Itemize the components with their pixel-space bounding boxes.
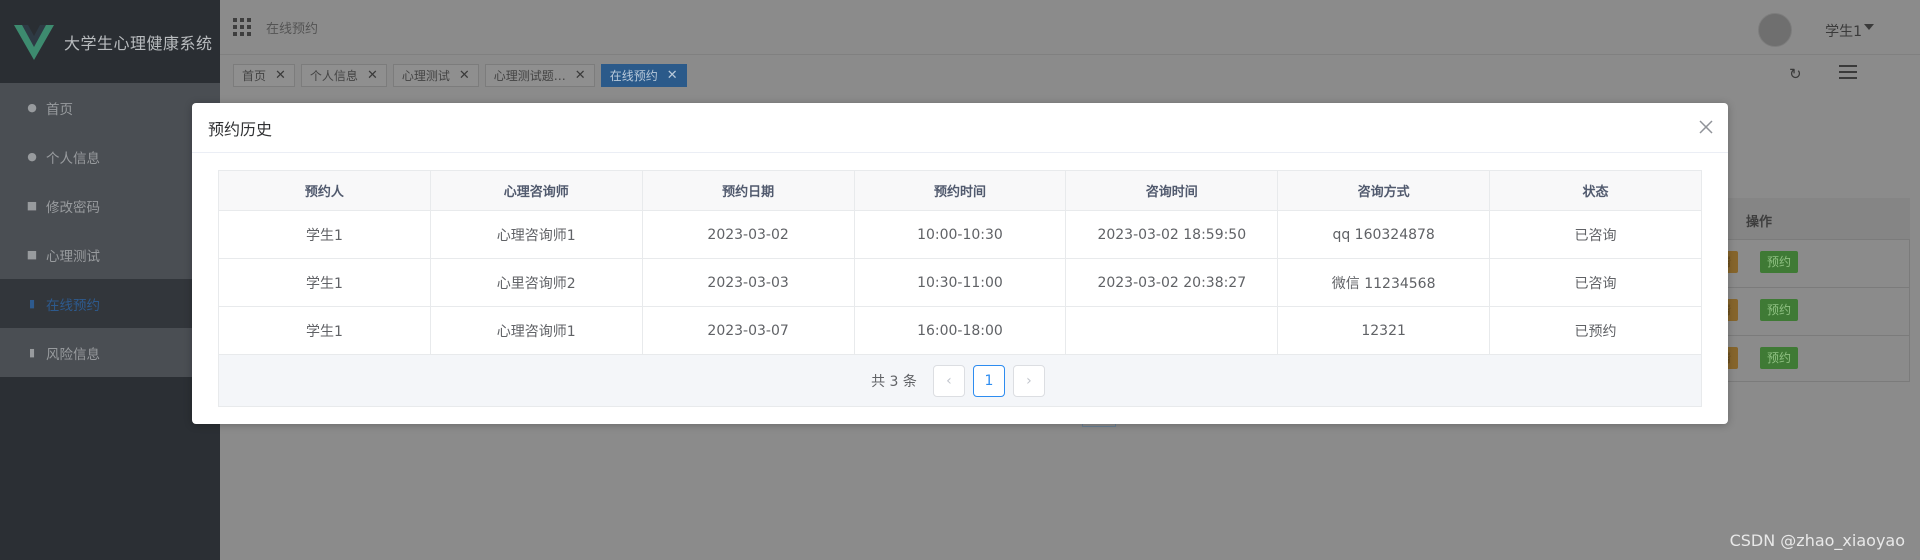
sidebar-item[interactable]: ■ 修改密码 — [0, 181, 220, 230]
column-header: 预约日期 — [641, 170, 855, 211]
watermark: CSDN @zhao_xiaoyao — [1729, 531, 1905, 550]
operation-header: 操作 — [1746, 215, 1773, 230]
table-row: 学生1 心理咨询师1 2023-03-07 16:00-18:00 12321 已预约 — [218, 306, 1702, 355]
column-header: 预约人 — [218, 170, 431, 211]
sidebar-item[interactable]: ▮ 风险信息 — [0, 328, 220, 377]
column-header: 心理咨询师 — [429, 170, 643, 211]
table-cell: 学生1 — [218, 210, 431, 259]
close-icon[interactable] — [1698, 119, 1714, 135]
table-row: 学生1 心里咨询师2 2023-03-03 10:30-11:00 2023-03-02… — [218, 258, 1702, 307]
refresh-icon[interactable]: ↻ — [1789, 66, 1805, 82]
apps-grid-icon[interactable] — [233, 18, 251, 36]
table-cell: 2023-03-07 — [641, 306, 855, 355]
sidebar: 大学生心理健康系统 ● 首页 ● 个人信息 ■ 修改密码 ■ 心理测试 ▮ 在线预约 ▮ 风险信息 — [0, 0, 220, 560]
next-page-button[interactable]: › — [1012, 364, 1045, 397]
tab-tag-label: 心理测试 — [401, 69, 450, 83]
table-cell: 心理咨询师1 — [429, 210, 643, 259]
avatar[interactable] — [1758, 13, 1792, 47]
history-table: 预约人 心理咨询师 预约日期 预约时间 咨询时间 咨询方式 状态 学生1 心理咨询师1 2023… — [218, 170, 1702, 355]
tab-tag[interactable]: 心理测试题… ✕ — [484, 64, 595, 87]
table-cell: 已预约 — [1489, 306, 1702, 355]
close-tag-icon[interactable]: ✕ — [367, 68, 378, 83]
lock-icon: ■ — [26, 248, 38, 261]
figure-icon: ▮ — [28, 297, 36, 310]
prev-page-button[interactable]: ‹ — [932, 364, 965, 397]
table-cell: 心理咨询师1 — [429, 306, 643, 355]
sidebar-item[interactable]: ■ 心理测试 — [0, 230, 220, 279]
caret-down-icon[interactable] — [1864, 24, 1874, 30]
sidebar-item-label: 个人信息 — [46, 150, 100, 167]
table-cell: 10:30-11:00 — [853, 258, 1067, 307]
book-button[interactable]: 预约 — [1760, 299, 1799, 321]
sidebar-item[interactable]: ▮ 在线预约 — [0, 279, 220, 328]
table-cell: 微信 11234568 — [1277, 258, 1491, 307]
close-tag-icon[interactable]: ✕ — [667, 68, 678, 83]
dialog-header: 预约历史 — [192, 103, 1728, 153]
table-cell: 2023-03-02 20:38:27 — [1065, 258, 1279, 307]
dialog-title: 预约历史 — [208, 119, 273, 139]
tab-tag[interactable]: 个人信息 ✕ — [300, 64, 387, 87]
pagination-total: 共 3 条 — [871, 373, 917, 390]
table-cell: 12321 — [1277, 306, 1491, 355]
tab-tag[interactable]: 心理测试 ✕ — [392, 64, 479, 87]
user-icon: ● — [27, 150, 37, 163]
figure-icon: ▮ — [28, 346, 36, 359]
table-cell — [1065, 306, 1279, 355]
table-cell: 2023-03-03 — [641, 258, 855, 307]
table-cell: 心里咨询师2 — [429, 258, 643, 307]
tags-list: 首页 ✕ 个人信息 ✕ 心理测试 ✕ 心理测试题… ✕ 在线预约 ✕ — [233, 64, 693, 87]
tab-tag-label: 个人信息 — [309, 69, 358, 83]
sidebar-item-label: 心理测试 — [46, 248, 100, 265]
book-button[interactable]: 预约 — [1760, 251, 1799, 273]
table-row: 学生1 心理咨询师1 2023-03-02 10:00-10:30 2023-03-02… — [218, 210, 1702, 259]
breadcrumb: 在线预约 — [266, 21, 319, 37]
vue-logo-icon — [14, 24, 54, 60]
table-cell: 已咨询 — [1489, 210, 1702, 259]
lock-icon: ■ — [26, 199, 38, 212]
book-button[interactable]: 预约 — [1760, 347, 1799, 369]
column-header: 状态 — [1489, 170, 1702, 211]
booking-history-dialog: 预约历史 预约人 心理咨询师 预约日期 预约时间 咨询时间 咨询方式 状态 学生1 心理咨询师… — [192, 103, 1728, 424]
close-tag-icon[interactable]: ✕ — [275, 68, 286, 83]
sidebar-item-label: 风险信息 — [46, 346, 100, 363]
column-header: 咨询时间 — [1065, 170, 1279, 211]
close-tag-icon[interactable]: ✕ — [575, 68, 586, 83]
sidebar-item[interactable]: ● 首页 — [0, 83, 220, 132]
table-cell: 10:00-10:30 — [853, 210, 1067, 259]
pagination: 共 3 条 ‹ 1 › — [218, 355, 1702, 407]
table-cell: 2023-03-02 18:59:50 — [1065, 210, 1279, 259]
table-cell: qq 160324878 — [1277, 210, 1491, 259]
table-cell: 2023-03-02 — [641, 210, 855, 259]
tab-tag-label: 心理测试题… — [493, 69, 566, 83]
sidebar-item-label: 在线预约 — [46, 297, 100, 314]
sidebar-item-label: 首页 — [46, 101, 73, 118]
top-bar: 在线预约 学生1 — [220, 0, 1920, 55]
table-cell: 学生1 — [218, 306, 431, 355]
table-header-row: 预约人 心理咨询师 预约日期 预约时间 咨询时间 咨询方式 状态 — [218, 170, 1702, 211]
sidebar-menu: ● 首页 ● 个人信息 ■ 修改密码 ■ 心理测试 ▮ 在线预约 ▮ 风险信息 — [0, 83, 220, 377]
sidebar-item[interactable]: ● 个人信息 — [0, 132, 220, 181]
tab-tag-label: 首页 — [242, 69, 267, 83]
logo-area: 大学生心理健康系统 — [0, 0, 220, 83]
table-cell: 已咨询 — [1489, 258, 1702, 307]
table-cell: 16:00-18:00 — [853, 306, 1067, 355]
settings-sliders-icon[interactable] — [1839, 65, 1857, 81]
dialog-body: 预约人 心理咨询师 预约日期 预约时间 咨询时间 咨询方式 状态 学生1 心理咨询师1 2023… — [218, 170, 1702, 407]
tab-tag-label: 在线预约 — [609, 69, 658, 83]
column-header: 咨询方式 — [1277, 170, 1491, 211]
column-header: 预约时间 — [853, 170, 1067, 211]
close-tag-icon[interactable]: ✕ — [459, 68, 470, 83]
page-number-button[interactable]: 1 — [972, 364, 1005, 397]
user-name-dropdown[interactable]: 学生1 — [1825, 21, 1862, 41]
tab-tag[interactable]: 首页 ✕ — [233, 64, 295, 87]
user-icon: ● — [27, 101, 37, 114]
tags-bar: 首页 ✕ 个人信息 ✕ 心理测试 ✕ 心理测试题… ✕ 在线预约 ✕ ↻ — [220, 55, 1920, 93]
tab-tag[interactable]: 在线预约 ✕ — [600, 64, 687, 87]
sidebar-item-label: 修改密码 — [46, 199, 100, 216]
app-title: 大学生心理健康系统 — [64, 33, 213, 53]
table-cell: 学生1 — [218, 258, 431, 307]
